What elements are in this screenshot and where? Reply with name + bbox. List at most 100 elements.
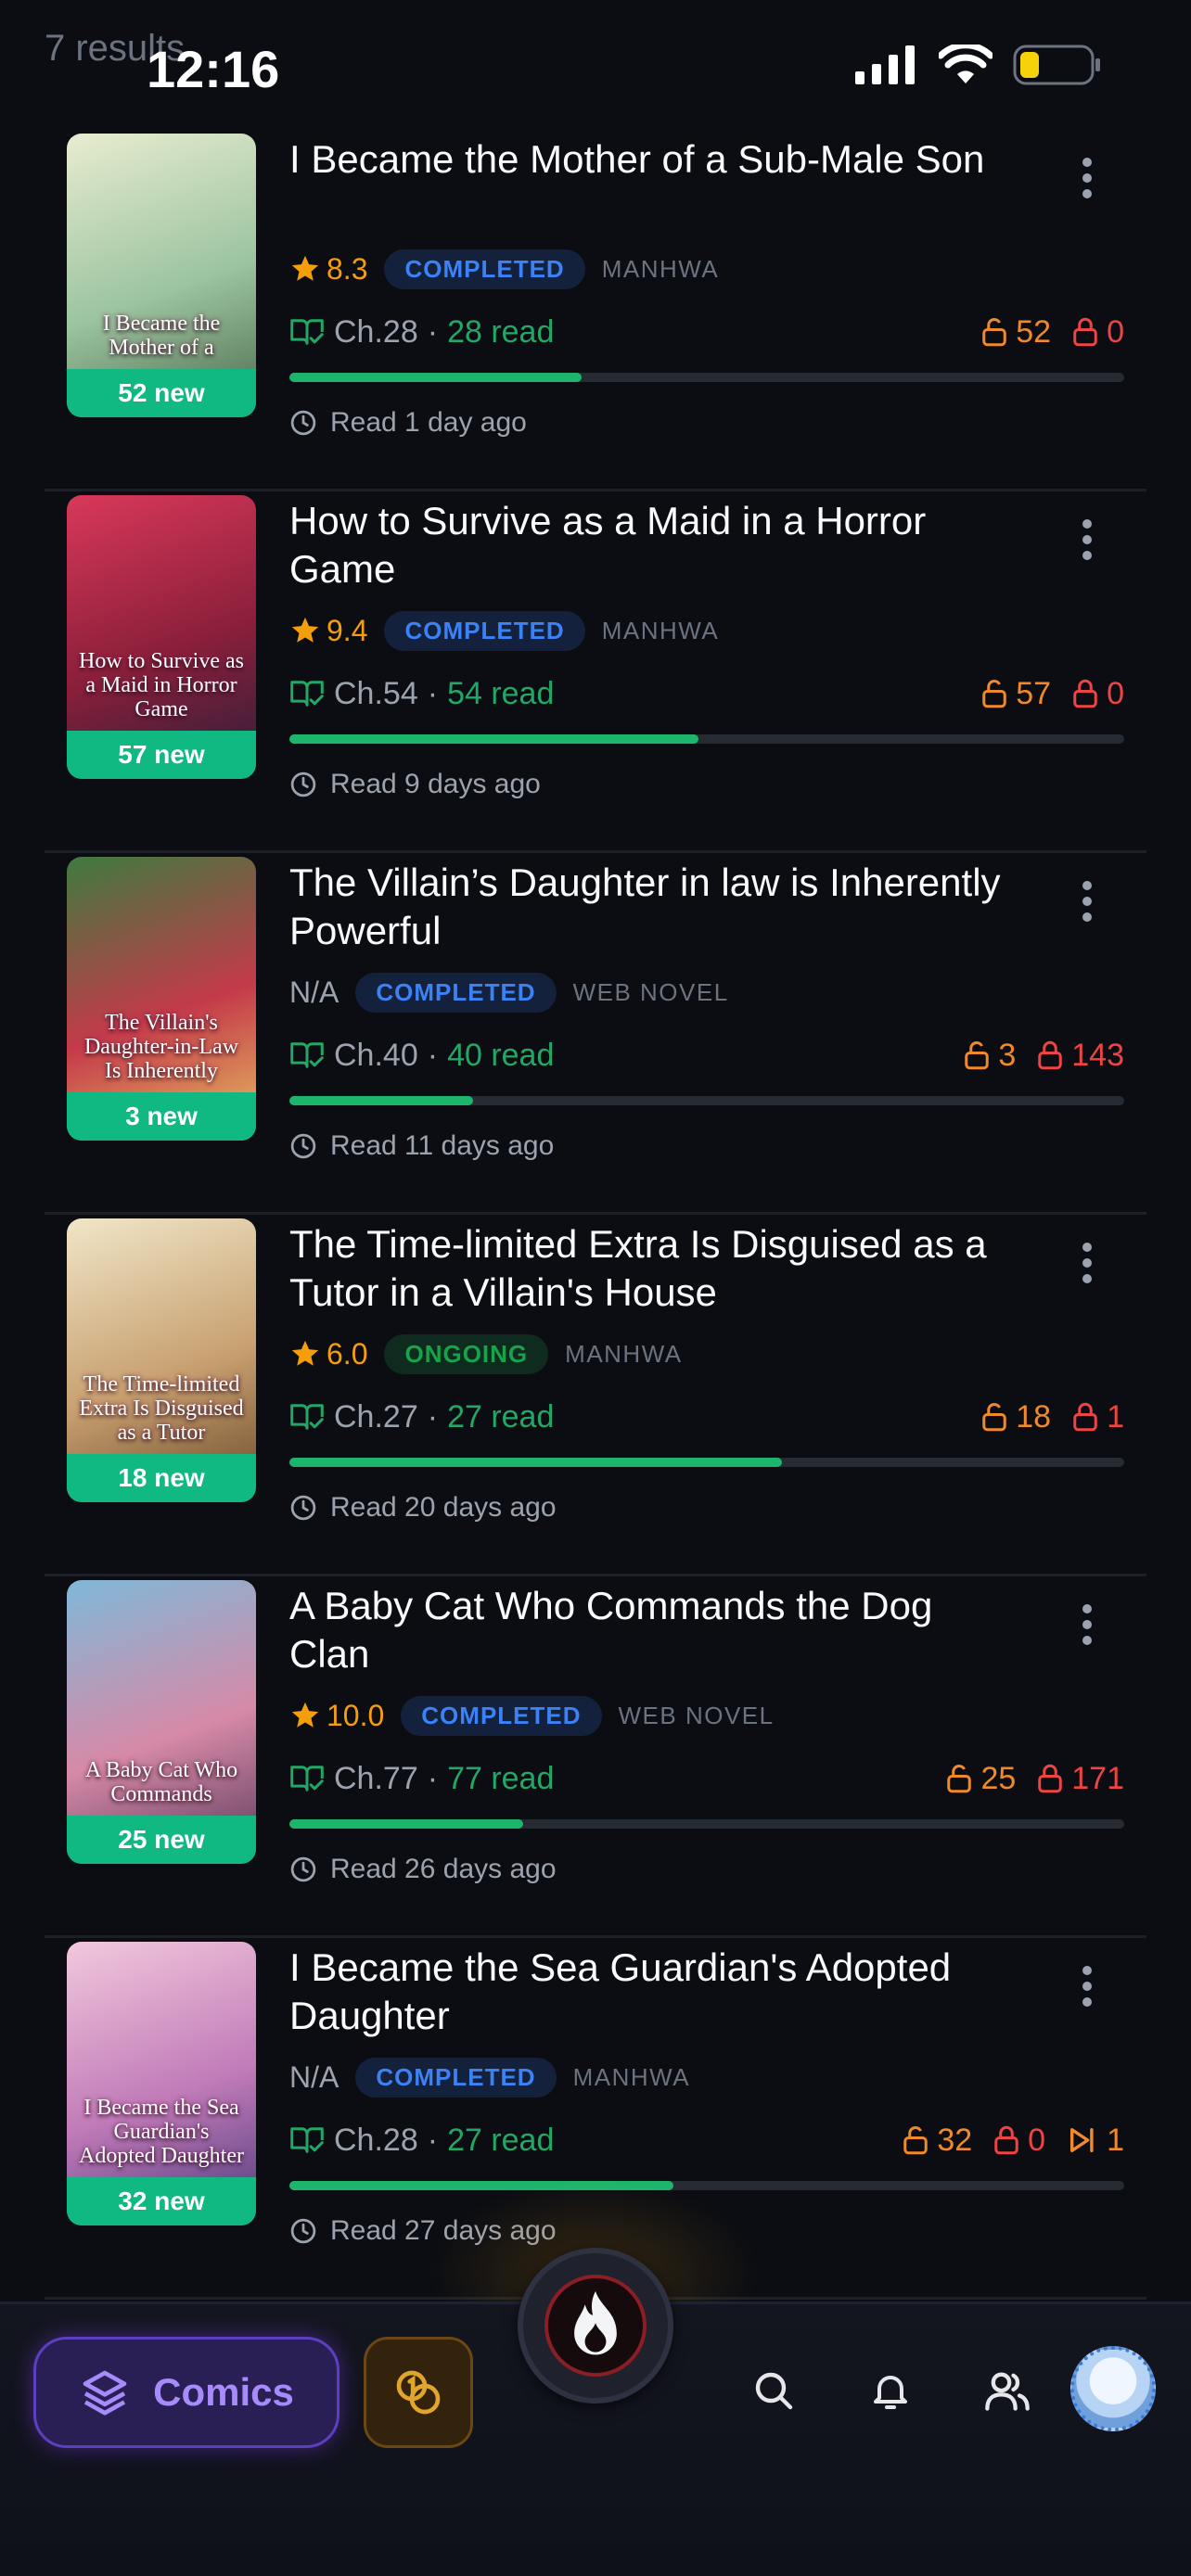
- comics-tab-label: Comics: [153, 2370, 294, 2414]
- chapter-label: Ch.28: [334, 2122, 418, 2158]
- new-chapters-badge: 32 new: [67, 2177, 256, 2225]
- profile-avatar[interactable]: [1070, 2346, 1156, 2431]
- separator: ·: [427, 1398, 439, 1435]
- unlocked-count-value: 25: [980, 1760, 1017, 1796]
- list-item[interactable]: How to Survive as a Maid in Horror Game …: [45, 491, 1146, 853]
- series-title[interactable]: How to Survive as a Maid in a Horror Gam…: [289, 497, 1022, 593]
- read-count: 28 read: [447, 313, 555, 350]
- separator: ·: [427, 675, 439, 711]
- progress-bar: [289, 1819, 1124, 1829]
- skip-count: 1: [1066, 2123, 1124, 2159]
- clock-icon: [290, 2218, 316, 2244]
- series-type: MANHWA: [601, 254, 720, 283]
- last-read-text: Read 1 day ago: [330, 407, 527, 438]
- series-type: MANHWA: [572, 2062, 691, 2091]
- separator: ·: [427, 1037, 439, 1073]
- meta-row: N/A COMPLETED MANHWA: [289, 2057, 690, 2098]
- more-options-button[interactable]: [1082, 1966, 1093, 2007]
- series-title[interactable]: I Became the Sea Guardian's Adopted Daug…: [289, 1944, 1022, 2040]
- chapter-progress: Ch.40 · 40 read: [289, 1035, 554, 1076]
- cover-image[interactable]: How to Survive as a Maid in Horror Game …: [67, 495, 256, 779]
- progress-bar: [289, 1458, 1124, 1467]
- bell-icon: [874, 2376, 907, 2409]
- list-item[interactable]: I Became the Mother of a 52 new I Became…: [45, 130, 1146, 491]
- rating-value: 10.0: [327, 1698, 385, 1732]
- chapter-progress: Ch.77 · 77 read: [289, 1758, 554, 1799]
- star-icon: [291, 617, 319, 643]
- rating-value: 9.4: [327, 613, 368, 647]
- chapter-progress: Ch.28 · 27 read: [289, 2120, 554, 2161]
- unlock-icon: [982, 680, 1006, 708]
- chapter-label: Ch.27: [334, 1398, 418, 1435]
- cover-image[interactable]: A Baby Cat Who Commands 25 new: [67, 1580, 256, 1864]
- series-type: MANHWA: [565, 1339, 683, 1368]
- progress-bar-fill: [289, 1819, 523, 1829]
- comics-tab-button[interactable]: Comics: [33, 2337, 339, 2448]
- battery-icon: [1013, 45, 1100, 85]
- community-button[interactable]: [980, 2363, 1035, 2418]
- series-type: MANHWA: [601, 616, 720, 644]
- more-options-button[interactable]: [1082, 1604, 1093, 1645]
- cover-title-text: How to Survive as a Maid in Horror Game: [79, 649, 244, 721]
- meta-row: N/A COMPLETED WEB NOVEL: [289, 972, 729, 1013]
- lock-counts: 52 0: [980, 312, 1124, 352]
- cover-image[interactable]: The Villain's Daughter-in-Law Is Inheren…: [67, 857, 256, 1141]
- chapter-label: Ch.28: [334, 313, 418, 350]
- rating-value: 8.3: [327, 251, 368, 286]
- last-read-text: Read 11 days ago: [330, 1130, 555, 1161]
- list-item[interactable]: The Time-limited Extra Is Disguised as a…: [45, 1215, 1146, 1576]
- star-icon: [291, 1340, 319, 1366]
- rating: 9.4: [289, 614, 367, 648]
- list-item[interactable]: The Villain's Daughter-in-Law Is Inheren…: [45, 853, 1146, 1215]
- locked-count: 0: [1071, 314, 1124, 351]
- cover-image[interactable]: I Became the Sea Guardian's Adopted Daug…: [67, 1942, 256, 2225]
- status-bar: 7 results 12:16: [0, 0, 1191, 130]
- last-read-text: Read 20 days ago: [330, 1492, 557, 1523]
- notifications-button[interactable]: [863, 2363, 918, 2418]
- clock-icon: [290, 1856, 316, 1882]
- search-button[interactable]: [746, 2363, 801, 2418]
- signal-icon: [855, 45, 915, 84]
- more-options-button[interactable]: [1082, 158, 1093, 198]
- cover-title-text: A Baby Cat Who Commands: [84, 1758, 238, 1806]
- star-icon: [291, 1702, 319, 1728]
- cover-title-text: The Villain's Daughter-in-Law Is Inheren…: [83, 1011, 239, 1083]
- new-chapters-badge: 18 new: [67, 1454, 256, 1502]
- status-time: 12:16: [147, 40, 280, 98]
- series-title[interactable]: A Baby Cat Who Commands the Dog Clan: [289, 1582, 1022, 1678]
- cover-image[interactable]: The Time-limited Extra Is Disguised as a…: [67, 1218, 256, 1502]
- list-item[interactable]: A Baby Cat Who Commands 25 new A Baby Ca…: [45, 1576, 1146, 1938]
- series-title[interactable]: I Became the Mother of a Sub-Male Son: [289, 135, 1022, 184]
- coins-button[interactable]: [364, 2337, 473, 2448]
- unlock-icon: [903, 2126, 928, 2155]
- locked-count-value: 0: [1028, 2122, 1046, 2158]
- series-title[interactable]: The Time-limited Extra Is Disguised as a…: [289, 1220, 1022, 1317]
- read-count: 40 read: [447, 1037, 555, 1073]
- unlocked-count-value: 3: [998, 1037, 1017, 1073]
- progress-bar-fill: [289, 1096, 473, 1105]
- cover-image[interactable]: I Became the Mother of a 52 new: [67, 134, 256, 417]
- clock-icon: [290, 1495, 316, 1521]
- coins-icon: [396, 2370, 441, 2415]
- series-title[interactable]: The Villain’s Daughter in law is Inheren…: [289, 859, 1022, 955]
- last-read-text: Read 9 days ago: [330, 769, 541, 799]
- more-options-button[interactable]: [1082, 1243, 1093, 1283]
- book-check-icon: [290, 2127, 324, 2153]
- unlocked-count: 18: [980, 1399, 1051, 1435]
- rating-value: N/A: [289, 975, 339, 1009]
- lock-icon: [1073, 1402, 1097, 1432]
- chapter-progress: Ch.28 · 28 read: [289, 312, 554, 352]
- locked-count-value: 1: [1107, 1398, 1124, 1435]
- status-badge: ONGOING: [384, 1333, 549, 1374]
- locked-count-value: 0: [1107, 675, 1124, 711]
- unlocked-count-value: 52: [1016, 313, 1052, 350]
- rating-value: 6.0: [327, 1336, 368, 1371]
- book-check-icon: [290, 1766, 324, 1792]
- lock-icon: [1038, 1040, 1063, 1070]
- locked-count-value: 0: [1107, 313, 1124, 350]
- locked-count: 143: [1036, 1038, 1124, 1074]
- last-read: Read 1 day ago: [289, 402, 527, 443]
- more-options-button[interactable]: [1082, 519, 1093, 560]
- flame-fab-button[interactable]: [518, 2248, 673, 2404]
- more-options-button[interactable]: [1082, 881, 1093, 922]
